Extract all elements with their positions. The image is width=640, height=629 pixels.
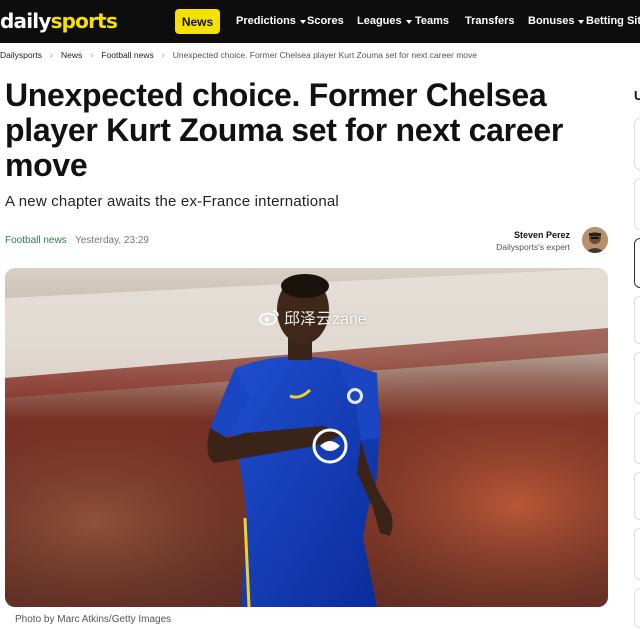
nav-betting-sites[interactable]: Betting Sites	[586, 15, 640, 27]
logo-text-main: daily	[0, 9, 51, 33]
nav-betting-sites-label: Betting Sites	[586, 15, 640, 27]
article-title: Unexpected choice. Former Chelsea player…	[5, 77, 563, 183]
sidebar-card[interactable]	[634, 118, 640, 170]
nav-bonuses-label: Bonuses	[528, 15, 575, 27]
sidebar-card[interactable]	[634, 296, 640, 344]
breadcrumb: Dailysports › News › Football news › Une…	[0, 49, 477, 61]
nav-transfers[interactable]: Transfers	[465, 15, 515, 27]
sidebar-card[interactable]	[634, 352, 640, 404]
breadcrumb-item-news[interactable]: News	[61, 50, 82, 60]
sidebar-card[interactable]	[634, 178, 640, 230]
nav-predictions-label: Predictions	[236, 15, 296, 27]
breadcrumb-item-home[interactable]: Dailysports	[0, 50, 42, 60]
nav-bonuses[interactable]: Bonuses	[528, 15, 585, 27]
watermark-text: 邱泽云zane	[284, 311, 367, 328]
sidebar-card[interactable]	[634, 238, 640, 288]
article-category-link[interactable]: Football news	[5, 235, 67, 246]
author-name[interactable]: Steven Perez	[514, 230, 570, 240]
sidebar-card[interactable]	[634, 528, 640, 580]
breadcrumb-separator-icon: ›	[90, 50, 94, 60]
article-timestamp: Yesterday, 23:29	[75, 235, 149, 246]
article-subtitle: A new chapter awaits the ex-France inter…	[5, 193, 339, 210]
avatar-image	[582, 227, 608, 253]
breadcrumb-separator-icon: ›	[50, 50, 54, 60]
sidebar-card[interactable]	[634, 588, 640, 628]
breadcrumb-current: Unexpected choice. Former Chelsea player…	[172, 50, 478, 60]
nav-news-button[interactable]: News	[175, 9, 220, 34]
breadcrumb-item-football-news[interactable]: Football news	[101, 50, 153, 60]
nav-scores[interactable]: Scores	[307, 15, 344, 27]
watermark: 邱泽云zane	[258, 305, 367, 329]
sidebar-card[interactable]	[634, 412, 640, 464]
chevron-down-icon	[578, 19, 585, 24]
weibo-icon	[259, 310, 279, 326]
sidebar-card[interactable]	[634, 472, 640, 520]
nav-leagues-label: Leagues	[357, 15, 402, 27]
chevron-down-icon	[299, 19, 306, 24]
nav-teams[interactable]: Teams	[415, 15, 449, 27]
nav-leagues[interactable]: Leagues	[357, 15, 412, 27]
author-role: Dailysports's expert	[496, 242, 570, 252]
nav-predictions[interactable]: Predictions	[236, 15, 306, 27]
breadcrumb-separator-icon: ›	[161, 50, 165, 60]
nav-teams-label: Teams	[415, 15, 450, 27]
sidebar-heading-fragment: U	[634, 88, 640, 103]
nav-scores-label: Scores	[307, 15, 344, 27]
avatar[interactable]	[582, 227, 608, 253]
top-navigation-bar: dailysports News Predictions Scores Leag…	[0, 0, 640, 43]
photo-credit: Photo by Marc Atkins/Getty Images	[15, 614, 172, 625]
site-logo[interactable]: dailysports	[0, 9, 118, 33]
chevron-down-icon	[405, 19, 412, 24]
logo-text-accent: sports	[50, 9, 118, 33]
nav-transfers-label: Transfers	[465, 15, 515, 27]
